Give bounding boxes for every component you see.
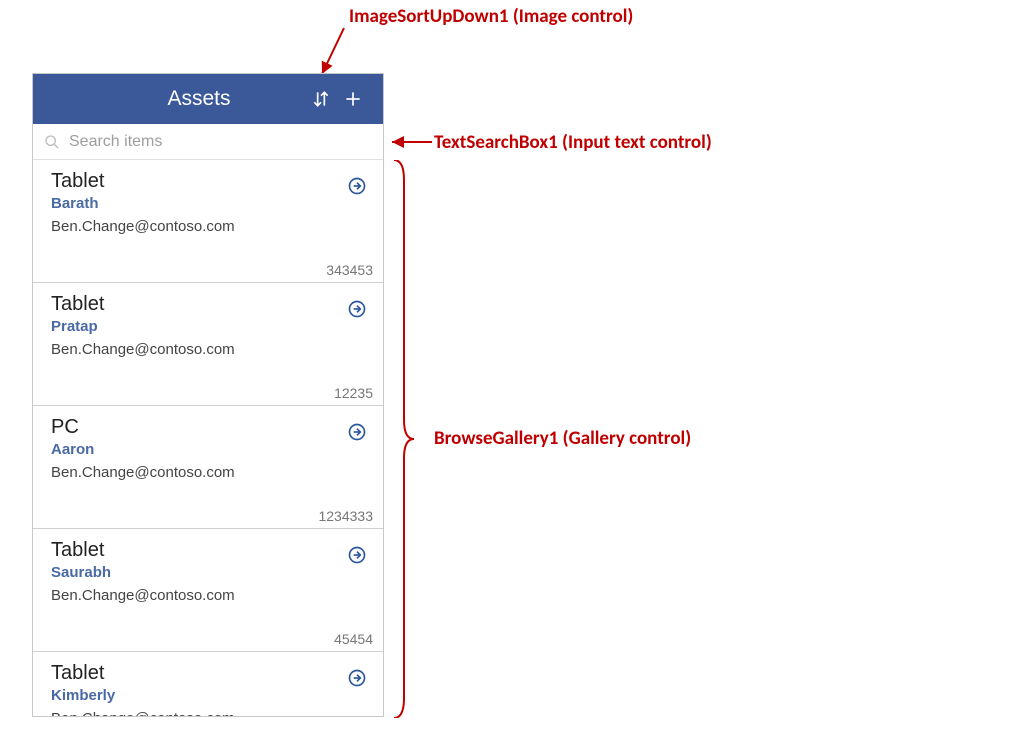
annotation-sort-arrow bbox=[318, 24, 348, 78]
item-email: Ben.Change@contoso.com bbox=[51, 218, 369, 235]
gallery-item[interactable]: Tablet Pratap Ben.Change@contoso.com 122… bbox=[33, 283, 383, 406]
search-bar bbox=[33, 124, 383, 160]
item-title: Tablet bbox=[51, 539, 369, 562]
item-id: 45454 bbox=[334, 631, 373, 647]
item-id: 343453 bbox=[326, 262, 373, 278]
arrow-right-icon[interactable] bbox=[347, 668, 367, 688]
gallery-item[interactable]: Tablet Saurabh Ben.Change@contoso.com 45… bbox=[33, 529, 383, 652]
gallery-item[interactable]: Tablet Barath Ben.Change@contoso.com 343… bbox=[33, 160, 383, 283]
gallery-item[interactable]: PC Aaron Ben.Change@contoso.com 1234333 bbox=[33, 406, 383, 529]
item-id: 1234333 bbox=[318, 508, 373, 524]
app-header: Assets bbox=[33, 74, 383, 124]
item-title: Tablet bbox=[51, 170, 369, 193]
item-email: Ben.Change@contoso.com bbox=[51, 710, 369, 717]
sort-icon[interactable] bbox=[305, 83, 337, 115]
gallery-item[interactable]: Tablet Kimberly Ben.Change@contoso.com bbox=[33, 652, 383, 717]
item-email: Ben.Change@contoso.com bbox=[51, 587, 369, 604]
item-owner: Kimberly bbox=[51, 687, 369, 704]
item-email: Ben.Change@contoso.com bbox=[51, 341, 369, 358]
app-frame: Assets Tablet Barath Ben.Change@contoso.… bbox=[32, 73, 384, 717]
item-owner: Pratap bbox=[51, 318, 369, 335]
browse-gallery[interactable]: Tablet Barath Ben.Change@contoso.com 343… bbox=[33, 160, 383, 717]
arrow-right-icon[interactable] bbox=[347, 545, 367, 565]
annotation-sort-label: ImageSortUpDown1 (Image control) bbox=[349, 5, 633, 28]
annotation-search-label: TextSearchBox1 (Input text control) bbox=[434, 131, 712, 154]
item-owner: Saurabh bbox=[51, 564, 369, 581]
arrow-right-icon[interactable] bbox=[347, 422, 367, 442]
app-title: Assets bbox=[33, 87, 305, 111]
annotation-gallery-label: BrowseGallery1 (Gallery control) bbox=[434, 427, 691, 450]
search-input[interactable] bbox=[67, 132, 373, 152]
annotation-search-arrow bbox=[388, 134, 434, 150]
arrow-right-icon[interactable] bbox=[347, 176, 367, 196]
add-icon[interactable] bbox=[337, 83, 369, 115]
item-title: PC bbox=[51, 416, 369, 439]
annotation-gallery-brace bbox=[390, 160, 416, 718]
item-title: Tablet bbox=[51, 662, 369, 685]
item-owner: Barath bbox=[51, 195, 369, 212]
item-title: Tablet bbox=[51, 293, 369, 316]
item-email: Ben.Change@contoso.com bbox=[51, 464, 369, 481]
search-icon bbox=[43, 133, 61, 151]
item-owner: Aaron bbox=[51, 441, 369, 458]
item-id: 12235 bbox=[334, 385, 373, 401]
arrow-right-icon[interactable] bbox=[347, 299, 367, 319]
